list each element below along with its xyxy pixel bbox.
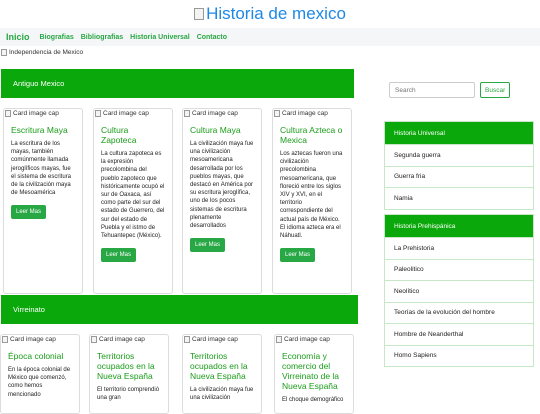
card-cultura-azteca: Card image cap Cultura Azteca o Mexica L… [272,108,352,294]
broken-image-icon [184,336,190,343]
card-text: La escritura de los mayas, también común… [11,141,72,197]
section-header-virreinato: Virreinato [1,295,358,324]
card-image: Card image cap [275,335,353,344]
broken-image-icon [95,110,101,117]
card-cultura-maya: Card image cap Cultura Maya La civilizac… [182,108,262,294]
card-image-alt: Card image cap [192,336,238,343]
card-image-alt: Card image cap [10,336,56,343]
card-image-alt: Card image cap [13,110,59,117]
broken-image-icon [91,336,97,343]
card-image-alt: Card image cap [99,336,145,343]
section-title: Virreinato [13,305,45,314]
search-input[interactable] [389,82,475,98]
card-epoca-colonial: Card image cap Época colonial En la époc… [0,334,80,414]
list-header: Historia Prehispánica [385,215,533,237]
card-title: Cultura Zapoteca [101,125,137,145]
card-title: Cultura Azteca o Mexica [280,125,343,145]
list-item-hombre-neanderthal[interactable]: Hombre de Neanderthal [385,323,533,345]
card-image: Card image cap [4,109,82,118]
card-text: La cultura zapoteca es la expresión prec… [101,151,165,240]
read-more-button[interactable]: Leer Mas [190,238,226,253]
list-header: Historia Universal [385,122,533,144]
card-title: Cultura Maya [190,125,241,135]
card-text: Los aztecas fueron una civilización prec… [280,151,343,240]
nav-link-contacto[interactable]: Contacto [197,34,227,41]
card-image: Card image cap [183,109,261,118]
broken-image-icon [1,49,7,56]
card-economia-comercio: Card image cap Economía y comercio del V… [274,334,354,414]
section-title: Antiguo Mexico [13,79,65,88]
list-item-homo-sapiens[interactable]: Homo Sapiens [385,344,533,367]
card-text: La civilización maya fue una civilizació… [190,141,254,230]
sidebar-historia-prehispanica: Historia Prehispánica La Prehistoria Pal… [384,214,534,367]
nav-home-link[interactable]: Inicio [6,32,30,42]
list-item-paleolitico[interactable]: Paleolitico [385,258,533,281]
section-header-antiguo-mexico: Antiguo Mexico [1,69,354,98]
card-image: Card image cap [94,109,172,118]
read-more-button[interactable]: Leer Mas [101,248,137,263]
card-escritura-maya: Card image cap Escritura Maya La escritu… [3,108,83,294]
card-image: Card image cap [90,335,168,344]
card-image-alt: Card image cap [103,110,149,117]
card-territorios-ocupados-1: Card image cap Territorios ocupados en l… [89,334,169,414]
site-title: Historia de mexico [206,4,346,23]
broken-image-icon [5,110,11,117]
card-image-alt: Card image cap [284,336,330,343]
card-text: En la época colonial de México que comen… [8,367,71,398]
list-item-la-prehistoria[interactable]: La Prehistoria [385,237,533,259]
broken-image-icon [184,110,190,117]
hero-image: Independencia de Mexico [1,49,83,56]
card-title: Territorios ocupados en la Nueva España [190,351,248,381]
site-header: Historia de mexico [0,0,540,28]
sidebar-historia-universal: Historia Universal Segunda guerra Guerra… [384,121,534,210]
card-title: Escritura Maya [11,125,68,135]
list-item-teorias-evolucion[interactable]: Teorías de la evolución del hombre [385,301,533,324]
card-text: La civilización maya fue una civilizació… [190,387,254,402]
broken-image-icon [194,8,205,20]
site-logo[interactable]: Historia de mexico [194,4,346,24]
search-button[interactable]: Buscar [480,82,511,98]
card-image: Card image cap [273,109,351,118]
broken-image-icon [274,110,280,117]
read-more-button[interactable]: Leer Mas [280,248,316,263]
card-cultura-zapoteca: Card image cap Cultura Zapoteca La cultu… [93,108,173,294]
card-image: Card image cap [1,335,79,344]
nav-link-historia-universal[interactable]: Historia Universal [130,34,190,41]
list-item-neolitico[interactable]: Neolítico [385,280,533,302]
card-image: Card image cap [183,335,261,344]
nav-link-bibliografias[interactable]: Bibliografias [81,34,123,41]
card-text: El choque demográfico [282,397,344,403]
hero-image-alt: Independencia de Mexico [9,49,84,56]
read-more-button[interactable]: Leer Mas [11,205,47,220]
broken-image-icon [2,336,8,343]
navbar: Inicio Biografias Bibliografias Historia… [0,28,540,46]
list-item-segunda-guerra[interactable]: Segunda guerra [385,144,533,166]
card-title: Territorios ocupados en la Nueva España [97,351,155,381]
card-title: Economía y comercio del Virreinato de la… [282,351,340,391]
card-territorios-ocupados-2: Card image cap Territorios ocupados en l… [182,334,262,414]
list-item-namia[interactable]: Namia [385,187,533,209]
card-text: El territorio comprendió una gran [97,387,160,402]
card-image-alt: Card image cap [282,110,328,117]
broken-image-icon [276,336,282,343]
nav-link-biografias[interactable]: Biografias [40,34,74,41]
card-title: Época colonial [8,351,64,361]
card-image-alt: Card image cap [192,110,238,117]
list-item-guerra-fria[interactable]: Guerra fria [385,165,533,188]
search-form: Buscar [389,82,511,98]
